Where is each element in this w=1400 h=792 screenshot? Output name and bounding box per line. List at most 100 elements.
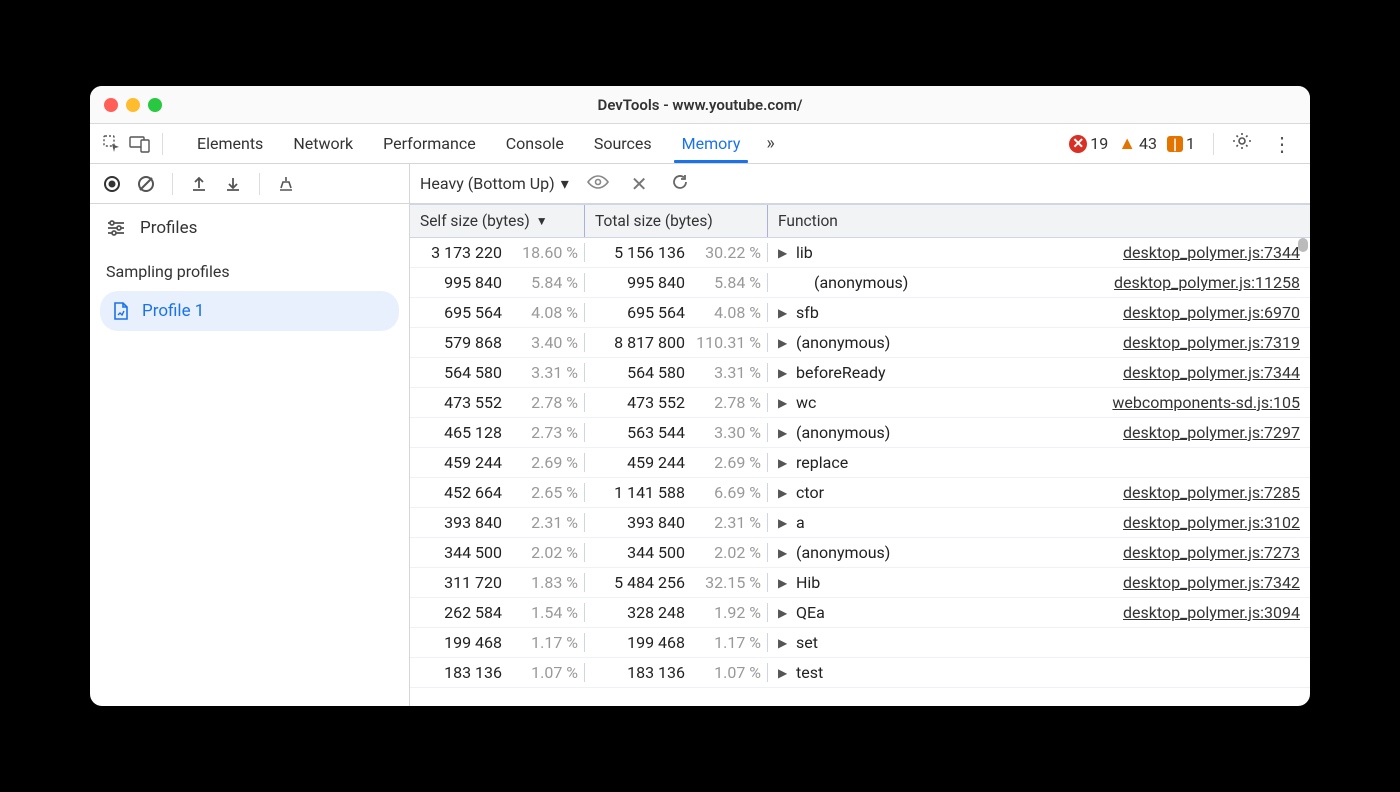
main: Heavy (Bottom Up) ▾ ✕ Self size (bytes) …	[410, 164, 1310, 706]
table-row[interactable]: 995 8405.84 %995 8405.84 %(anonymous)des…	[410, 268, 1310, 298]
disclosure-icon[interactable]: ▶	[778, 486, 788, 500]
source-link[interactable]: desktop_polymer.js:7319	[1123, 333, 1300, 352]
disclosure-icon[interactable]: ▶	[778, 366, 788, 380]
table-row[interactable]: 199 4681.17 %199 4681.17 %▶set	[410, 628, 1310, 658]
table-row[interactable]: 344 5002.02 %344 5002.02 %▶(anonymous)de…	[410, 538, 1310, 568]
total-pct: 2.69 %	[689, 453, 761, 472]
panel-tabs: Elements Network Performance Console Sou…	[183, 124, 1065, 163]
table-row[interactable]: 459 2442.69 %459 2442.69 %▶replace	[410, 448, 1310, 478]
issues-count[interactable]: ❘ 1	[1167, 134, 1195, 153]
table-body[interactable]: 3 173 22018.60 %5 156 13630.22 %▶libdesk…	[410, 238, 1310, 706]
self-value: 311 720	[416, 573, 502, 592]
cell-self-size: 465 1282.73 %	[410, 423, 585, 442]
disclosure-icon[interactable]: ▶	[778, 426, 788, 440]
col-self-size[interactable]: Self size (bytes) ▼	[410, 205, 585, 237]
cell-self-size: 473 5522.78 %	[410, 393, 585, 412]
tab-elements[interactable]: Elements	[183, 124, 277, 163]
source-link[interactable]: desktop_polymer.js:7273	[1123, 543, 1300, 562]
disclosure-icon[interactable]: ▶	[778, 456, 788, 470]
table-row[interactable]: 393 8402.31 %393 8402.31 %▶adesktop_poly…	[410, 508, 1310, 538]
disclosure-icon[interactable]: ▶	[778, 546, 788, 560]
minimize-window-button[interactable]	[126, 98, 140, 112]
source-link[interactable]: desktop_polymer.js:6970	[1123, 303, 1300, 322]
table-row[interactable]: 262 5841.54 %328 2481.92 %▶QEadesktop_po…	[410, 598, 1310, 628]
save-profile-icon[interactable]	[217, 168, 249, 200]
cell-self-size: 199 4681.17 %	[410, 633, 585, 652]
source-link[interactable]: desktop_polymer.js:7344	[1123, 363, 1300, 382]
tab-memory[interactable]: Memory	[668, 124, 755, 163]
table-row[interactable]: 579 8683.40 %8 817 800110.31 %▶(anonymou…	[410, 328, 1310, 358]
disclosure-icon[interactable]: ▶	[778, 306, 788, 320]
table-row[interactable]: 695 5644.08 %695 5644.08 %▶sfbdesktop_po…	[410, 298, 1310, 328]
source-link[interactable]: desktop_polymer.js:3094	[1123, 603, 1300, 622]
tab-sources[interactable]: Sources	[580, 124, 666, 163]
eye-icon[interactable]	[583, 174, 613, 194]
self-value: 995 840	[416, 273, 502, 292]
total-pct: 32.15 %	[689, 573, 761, 592]
inspect-element-icon[interactable]	[100, 132, 124, 156]
table-row[interactable]: 311 7201.83 %5 484 25632.15 %▶Hibdesktop…	[410, 568, 1310, 598]
filter-icon	[106, 219, 126, 237]
settings-icon[interactable]	[1224, 131, 1260, 156]
disclosure-icon[interactable]: ▶	[778, 246, 788, 260]
disclosure-icon[interactable]: ▶	[778, 516, 788, 530]
table-row[interactable]: 452 6642.65 %1 141 5886.69 %▶ctordesktop…	[410, 478, 1310, 508]
cell-total-size: 199 4681.17 %	[585, 633, 768, 652]
disclosure-icon[interactable]: ▶	[778, 396, 788, 410]
cell-function: ▶(anonymous)desktop_polymer.js:7319	[768, 333, 1310, 352]
close-icon[interactable]: ✕	[627, 172, 652, 196]
close-window-button[interactable]	[104, 98, 118, 112]
divider	[259, 173, 260, 195]
cell-total-size: 183 1361.07 %	[585, 663, 768, 682]
maximize-window-button[interactable]	[148, 98, 162, 112]
disclosure-icon[interactable]: ▶	[778, 576, 788, 590]
view-mode-select[interactable]: Heavy (Bottom Up) ▾	[420, 174, 569, 193]
source-link[interactable]: desktop_polymer.js:7342	[1123, 573, 1300, 592]
cell-function: ▶libdesktop_polymer.js:7344	[768, 243, 1310, 262]
tab-console[interactable]: Console	[492, 124, 578, 163]
table-row[interactable]: 183 1361.07 %183 1361.07 %▶test	[410, 658, 1310, 688]
table-row[interactable]: 564 5803.31 %564 5803.31 %▶beforeReadyde…	[410, 358, 1310, 388]
load-profile-icon[interactable]	[183, 168, 215, 200]
disclosure-icon[interactable]: ▶	[778, 606, 788, 620]
col-total-size[interactable]: Total size (bytes)	[585, 205, 768, 237]
record-icon[interactable]	[96, 168, 128, 200]
disclosure-icon[interactable]: ▶	[778, 336, 788, 350]
source-link[interactable]: webcomponents-sd.js:105	[1112, 393, 1300, 412]
self-value: 465 128	[416, 423, 502, 442]
divider	[162, 133, 163, 155]
table-row[interactable]: 3 173 22018.60 %5 156 13630.22 %▶libdesk…	[410, 238, 1310, 268]
error-count[interactable]: ✕ 19	[1069, 134, 1108, 153]
table-row[interactable]: 465 1282.73 %563 5443.30 %▶(anonymous)de…	[410, 418, 1310, 448]
table-header: Self size (bytes) ▼ Total size (bytes) F…	[410, 204, 1310, 238]
source-link[interactable]: desktop_polymer.js:7297	[1123, 423, 1300, 442]
disclosure-icon[interactable]: ▶	[778, 666, 788, 680]
tab-network[interactable]: Network	[279, 124, 367, 163]
more-tabs-icon[interactable]: »	[756, 133, 784, 154]
self-value: 262 584	[416, 603, 502, 622]
self-pct: 2.69 %	[506, 453, 578, 472]
cell-self-size: 564 5803.31 %	[410, 363, 585, 382]
profile-item-1[interactable]: Profile 1	[100, 291, 399, 331]
source-link[interactable]: desktop_polymer.js:7344	[1123, 243, 1300, 262]
more-options-icon[interactable]: ⋮	[1264, 132, 1300, 156]
source-link[interactable]: desktop_polymer.js:3102	[1123, 513, 1300, 532]
scrollbar-thumb[interactable]	[1298, 238, 1308, 252]
tab-performance[interactable]: Performance	[369, 124, 490, 163]
function-name: a	[796, 513, 1115, 532]
warning-count[interactable]: ▲ 43	[1118, 133, 1157, 154]
issues-icon: ❘	[1167, 136, 1183, 152]
collect-garbage-icon[interactable]	[270, 168, 302, 200]
clear-icon[interactable]	[130, 168, 162, 200]
col-function[interactable]: Function	[768, 205, 1310, 237]
source-link[interactable]: desktop_polymer.js:7285	[1123, 483, 1300, 502]
source-link[interactable]: desktop_polymer.js:11258	[1114, 273, 1300, 292]
table-row[interactable]: 473 5522.78 %473 5522.78 %▶wcwebcomponen…	[410, 388, 1310, 418]
reload-icon[interactable]	[666, 172, 694, 196]
total-pct: 4.08 %	[689, 303, 761, 322]
issue-counts: ✕ 19 ▲ 43 ❘ 1	[1069, 133, 1195, 154]
device-toolbar-icon[interactable]	[128, 132, 152, 156]
function-name: ctor	[796, 483, 1115, 502]
total-value: 695 564	[599, 303, 685, 322]
disclosure-icon[interactable]: ▶	[778, 636, 788, 650]
